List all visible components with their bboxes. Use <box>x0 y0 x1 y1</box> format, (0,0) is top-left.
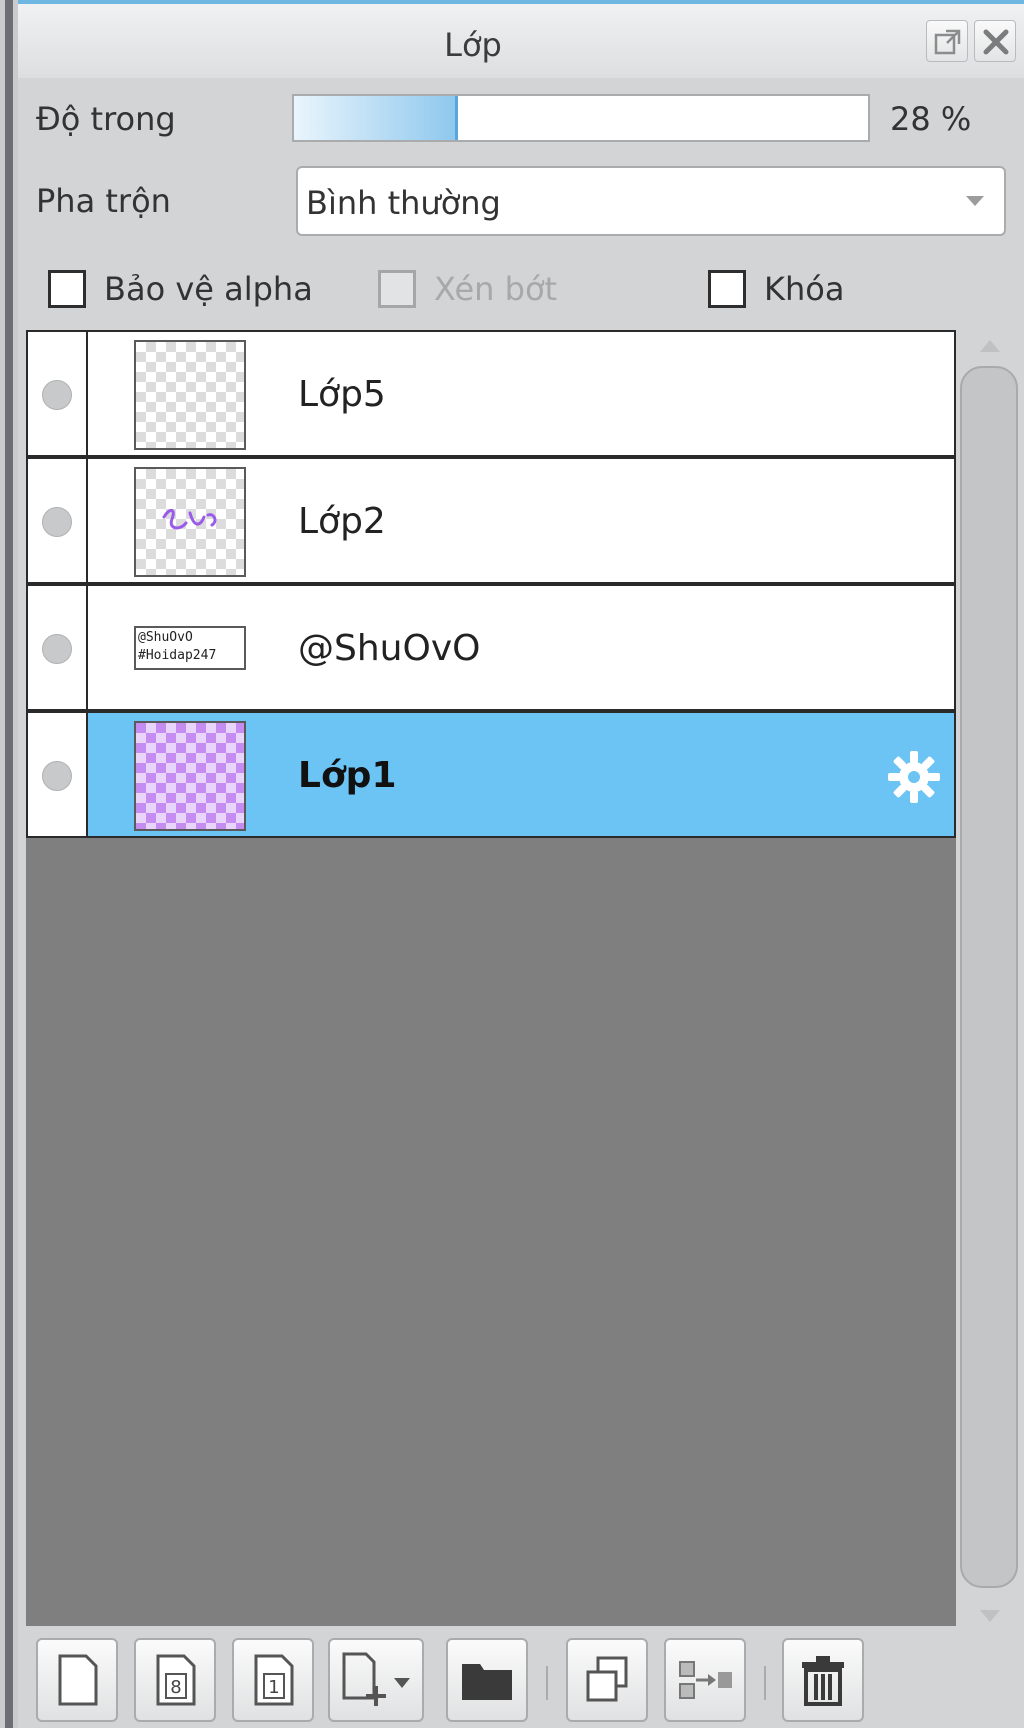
thumbnail-text-line: @ShuOvO <box>138 630 193 645</box>
visibility-dot-icon <box>42 507 72 537</box>
svg-text:8: 8 <box>170 1677 181 1698</box>
clipping-label: Xén bớt <box>434 270 558 308</box>
new-1bit-layer-icon[interactable]: 1 <box>232 1638 314 1722</box>
visibility-dot-icon <box>42 761 72 791</box>
toolbar-divider <box>764 1666 766 1700</box>
sketch-mark-icon <box>162 509 217 530</box>
blend-mode-select[interactable]: Bình thường <box>296 166 1006 236</box>
opacity-slider-fill <box>294 96 458 140</box>
protect-alpha-checkbox[interactable] <box>48 270 86 308</box>
layer-row[interactable]: @ShuOvO #Hoidap247 @ShuOvO <box>26 584 956 711</box>
blend-mode-label: Pha trộn <box>36 182 171 220</box>
merge-layer-icon[interactable] <box>664 1638 746 1722</box>
new-layer-icon[interactable] <box>36 1638 118 1722</box>
layer-list[interactable]: Lớp5 Lớp2 @ShuOvO #Hoidap247 @ShuOvO Lớp… <box>26 330 956 1626</box>
lock-label: Khóa <box>764 270 845 308</box>
duplicate-layer-icon[interactable] <box>566 1638 648 1722</box>
close-icon[interactable] <box>974 20 1016 62</box>
svg-text:1: 1 <box>268 1677 279 1698</box>
layer-thumbnail <box>134 467 246 577</box>
new-8bit-layer-icon[interactable]: 8 <box>134 1638 216 1722</box>
panel-title: Lớp <box>444 26 502 64</box>
layer-toolbar: 8 1 <box>18 1628 1024 1728</box>
opacity-label: Độ trong <box>36 100 176 138</box>
visibility-toggle[interactable] <box>28 459 88 582</box>
opacity-value: 28 % <box>890 100 972 138</box>
new-folder-icon[interactable] <box>446 1638 528 1722</box>
scroll-up-icon[interactable] <box>980 340 1000 352</box>
layer-list-scrollbar[interactable] <box>960 336 1020 1626</box>
open-external-icon[interactable] <box>926 20 968 62</box>
thumbnail-text-line: #Hoidap247 <box>138 648 217 663</box>
layer-name: @ShuOvO <box>298 628 481 669</box>
visibility-dot-icon <box>42 634 72 664</box>
layer-thumbnail <box>134 340 246 450</box>
layer-row-selected[interactable]: Lớp1 <box>26 711 956 838</box>
clipping-checkbox[interactable] <box>378 270 416 308</box>
layer-thumbnail: @ShuOvO #Hoidap247 <box>134 626 246 670</box>
panel-resize-handle[interactable] <box>5 0 13 1728</box>
delete-layer-icon[interactable] <box>782 1638 864 1722</box>
layer-name: Lớp1 <box>298 755 397 796</box>
layer-name: Lớp2 <box>298 501 386 542</box>
visibility-toggle[interactable] <box>28 332 88 455</box>
layer-name: Lớp5 <box>298 374 386 415</box>
lock-checkbox[interactable] <box>708 270 746 308</box>
opacity-slider[interactable] <box>292 94 870 142</box>
protect-alpha-label: Bảo vệ alpha <box>104 270 313 308</box>
scrollbar-thumb[interactable] <box>960 366 1018 1588</box>
toolbar-divider <box>546 1666 548 1700</box>
gear-icon[interactable] <box>884 747 944 811</box>
layer-thumbnail <box>134 721 246 831</box>
chevron-down-icon <box>966 196 984 206</box>
visibility-toggle[interactable] <box>28 713 88 836</box>
layer-row[interactable]: Lớp2 <box>26 457 956 584</box>
add-layer-menu-icon[interactable] <box>328 1638 424 1722</box>
visibility-dot-icon <box>42 380 72 410</box>
blend-mode-value: Bình thường <box>306 184 501 222</box>
scroll-down-icon[interactable] <box>980 1610 1000 1622</box>
layer-row[interactable]: Lớp5 <box>26 330 956 457</box>
panel-titlebar: Lớp <box>18 0 1024 78</box>
visibility-toggle[interactable] <box>28 586 88 709</box>
